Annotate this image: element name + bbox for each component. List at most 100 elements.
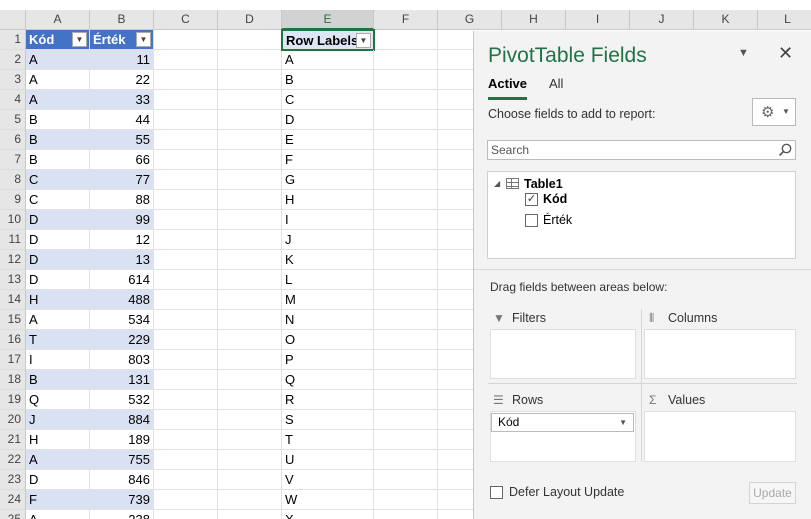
grid-cell[interactable] — [154, 110, 218, 130]
grid-cell[interactable] — [374, 390, 438, 410]
tools-button[interactable]: ⚙ ▼ — [752, 98, 796, 126]
pivot-row-label[interactable]: A — [282, 50, 374, 70]
table-header-ertek[interactable]: Érték ▼ — [90, 30, 154, 50]
values-drop-area[interactable] — [644, 411, 796, 462]
table-cell-kod[interactable]: D — [26, 270, 90, 290]
grid-cell[interactable] — [218, 290, 282, 310]
table-cell-ertek[interactable]: 44 — [90, 110, 154, 130]
update-button[interactable]: Update — [749, 482, 796, 504]
chevron-down-icon[interactable]: ▼ — [738, 47, 749, 59]
grid-cell[interactable] — [374, 310, 438, 330]
table-cell-kod[interactable]: B — [26, 110, 90, 130]
column-header-g[interactable]: G — [438, 10, 502, 30]
column-header-j[interactable]: J — [630, 10, 694, 30]
grid-cell[interactable] — [374, 210, 438, 230]
grid-cell[interactable] — [218, 210, 282, 230]
grid-cell[interactable] — [154, 70, 218, 90]
table-cell-kod[interactable]: T — [26, 330, 90, 350]
table-cell-ertek[interactable]: 88 — [90, 190, 154, 210]
row-header[interactable]: 12 — [0, 250, 26, 270]
grid-cell[interactable] — [154, 150, 218, 170]
grid-cell[interactable] — [374, 370, 438, 390]
grid-cell[interactable] — [218, 70, 282, 90]
columns-drop-area[interactable] — [644, 329, 796, 379]
row-header[interactable]: 3 — [0, 70, 26, 90]
grid-cell[interactable] — [374, 50, 438, 70]
column-header-a[interactable]: A — [26, 10, 90, 30]
select-all-corner[interactable] — [0, 10, 26, 30]
table-cell-kod[interactable]: D — [26, 250, 90, 270]
table-cell-kod[interactable]: C — [26, 190, 90, 210]
table-cell-kod[interactable]: A — [26, 450, 90, 470]
row-header[interactable]: 24 — [0, 490, 26, 510]
grid-cell[interactable] — [154, 310, 218, 330]
table-cell-ertek[interactable]: 13 — [90, 250, 154, 270]
table-cell-ertek[interactable]: 755 — [90, 450, 154, 470]
row-header[interactable]: 2 — [0, 50, 26, 70]
grid-cell[interactable] — [218, 150, 282, 170]
row-header[interactable]: 21 — [0, 430, 26, 450]
row-header[interactable]: 7 — [0, 150, 26, 170]
grid-cell[interactable] — [218, 510, 282, 519]
table-header-kod[interactable]: Kód ▼ — [26, 30, 90, 50]
row-header[interactable]: 9 — [0, 190, 26, 210]
grid-cell[interactable] — [154, 350, 218, 370]
pivot-row-label[interactable]: O — [282, 330, 374, 350]
grid-cell[interactable] — [154, 470, 218, 490]
grid-cell[interactable] — [154, 170, 218, 190]
column-header-l[interactable]: L — [758, 10, 811, 30]
pivot-row-label[interactable]: H — [282, 190, 374, 210]
table-cell-ertek[interactable]: 739 — [90, 490, 154, 510]
grid-cell[interactable] — [154, 30, 218, 50]
grid-cell[interactable] — [374, 70, 438, 90]
table-cell-kod[interactable]: I — [26, 350, 90, 370]
table-cell-kod[interactable]: B — [26, 370, 90, 390]
row-header[interactable]: 16 — [0, 330, 26, 350]
grid-cell[interactable] — [154, 410, 218, 430]
grid-cell[interactable] — [374, 270, 438, 290]
row-header[interactable]: 17 — [0, 350, 26, 370]
table-cell-kod[interactable]: D — [26, 210, 90, 230]
pivot-row-label[interactable]: B — [282, 70, 374, 90]
table-cell-ertek[interactable]: 12 — [90, 230, 154, 250]
grid-cell[interactable] — [374, 470, 438, 490]
grid-cell[interactable] — [218, 170, 282, 190]
grid-cell[interactable] — [154, 90, 218, 110]
pivot-row-label[interactable]: W — [282, 490, 374, 510]
row-header[interactable]: 18 — [0, 370, 26, 390]
grid-cell[interactable] — [218, 450, 282, 470]
grid-cell[interactable] — [374, 110, 438, 130]
grid-cell[interactable] — [154, 430, 218, 450]
table-cell-ertek[interactable]: 99 — [90, 210, 154, 230]
search-icon[interactable] — [777, 142, 793, 158]
table-cell-kod[interactable]: B — [26, 150, 90, 170]
pivot-row-label[interactable]: V — [282, 470, 374, 490]
defer-layout-checkbox[interactable] — [490, 486, 503, 499]
grid-cell[interactable] — [154, 130, 218, 150]
grid-cell[interactable] — [154, 210, 218, 230]
grid-cell[interactable] — [374, 510, 438, 519]
table-cell-ertek[interactable]: 614 — [90, 270, 154, 290]
column-header-c[interactable]: C — [154, 10, 218, 30]
grid-cell[interactable] — [218, 90, 282, 110]
row-header[interactable]: 22 — [0, 450, 26, 470]
row-header[interactable]: 10 — [0, 210, 26, 230]
table-cell-kod[interactable]: F — [26, 490, 90, 510]
grid-cell[interactable] — [374, 250, 438, 270]
pivot-row-label[interactable]: R — [282, 390, 374, 410]
pivot-row-label[interactable]: K — [282, 250, 374, 270]
grid-cell[interactable] — [374, 430, 438, 450]
grid-cell[interactable] — [374, 90, 438, 110]
table-cell-kod[interactable]: Q — [26, 390, 90, 410]
field-checkbox-ertek[interactable] — [525, 214, 538, 227]
row-header[interactable]: 6 — [0, 130, 26, 150]
grid-cell[interactable] — [218, 490, 282, 510]
grid-cell[interactable] — [154, 250, 218, 270]
pivot-row-label[interactable]: S — [282, 410, 374, 430]
row-header[interactable]: 1 — [0, 30, 26, 50]
defer-layout-label[interactable]: Defer Layout Update — [509, 485, 624, 499]
table-cell-kod[interactable]: A — [26, 90, 90, 110]
pivot-row-label[interactable]: L — [282, 270, 374, 290]
grid-cell[interactable] — [374, 330, 438, 350]
table-cell-ertek[interactable]: 534 — [90, 310, 154, 330]
